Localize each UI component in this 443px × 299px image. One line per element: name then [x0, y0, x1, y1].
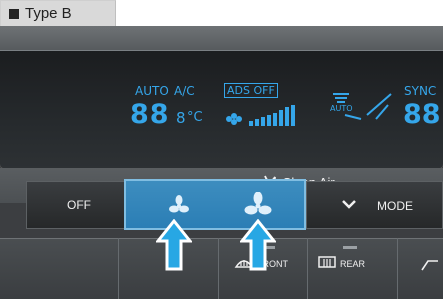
- lcd-temperature-decimal: 8: [176, 109, 186, 127]
- pointer-arrow-icon-2: [240, 219, 276, 271]
- recirculation-icon: [421, 260, 438, 271]
- fan-speed-bars: [226, 105, 295, 126]
- lcd-ac: A/C: [174, 84, 195, 98]
- rear-defrost-icon: [318, 256, 336, 268]
- lcd-auto: AUTO: [135, 84, 169, 98]
- figure-frame: Type B AUTO A/C ADS OFF 88 8 °C SYNC 88: [0, 0, 443, 299]
- lcd-temperature-unit: °C: [187, 110, 203, 125]
- lcd-sync-digits: 88: [403, 99, 441, 130]
- mode-label: MODE: [377, 199, 413, 213]
- lcd-auto-small: AUTO: [330, 104, 353, 113]
- square-bullet-icon: [9, 9, 19, 19]
- off-button[interactable]: OFF: [26, 181, 125, 229]
- bottom-divider-4: [397, 238, 398, 299]
- climate-control-panel-photo: AUTO A/C ADS OFF 88 8 °C SYNC 88 AUTO OF…: [0, 26, 443, 299]
- bottom-divider-2: [218, 238, 219, 299]
- lcd-ads-off: ADS OFF: [224, 83, 278, 98]
- lcd-sync: SYNC: [404, 84, 437, 98]
- indicator-light: [343, 246, 357, 249]
- lcd-temperature: 88: [130, 99, 170, 130]
- fan-low-icon: [169, 195, 189, 213]
- bottom-divider-1: [118, 238, 119, 299]
- figure-header: Type B: [0, 0, 443, 26]
- rear-defrost-button[interactable]: REAR: [317, 238, 397, 299]
- rear-label: REAR: [340, 259, 366, 269]
- fan-speed-button[interactable]: [124, 179, 306, 230]
- panel-top-bezel: [0, 26, 443, 52]
- fan-high-icon: [244, 192, 272, 215]
- chevron-down-icon: [342, 200, 356, 209]
- mode-button[interactable]: MODE: [306, 181, 443, 229]
- type-label: Type B: [25, 5, 72, 22]
- pointer-arrow-icon-1: [156, 219, 192, 271]
- type-tab: Type B: [0, 0, 116, 26]
